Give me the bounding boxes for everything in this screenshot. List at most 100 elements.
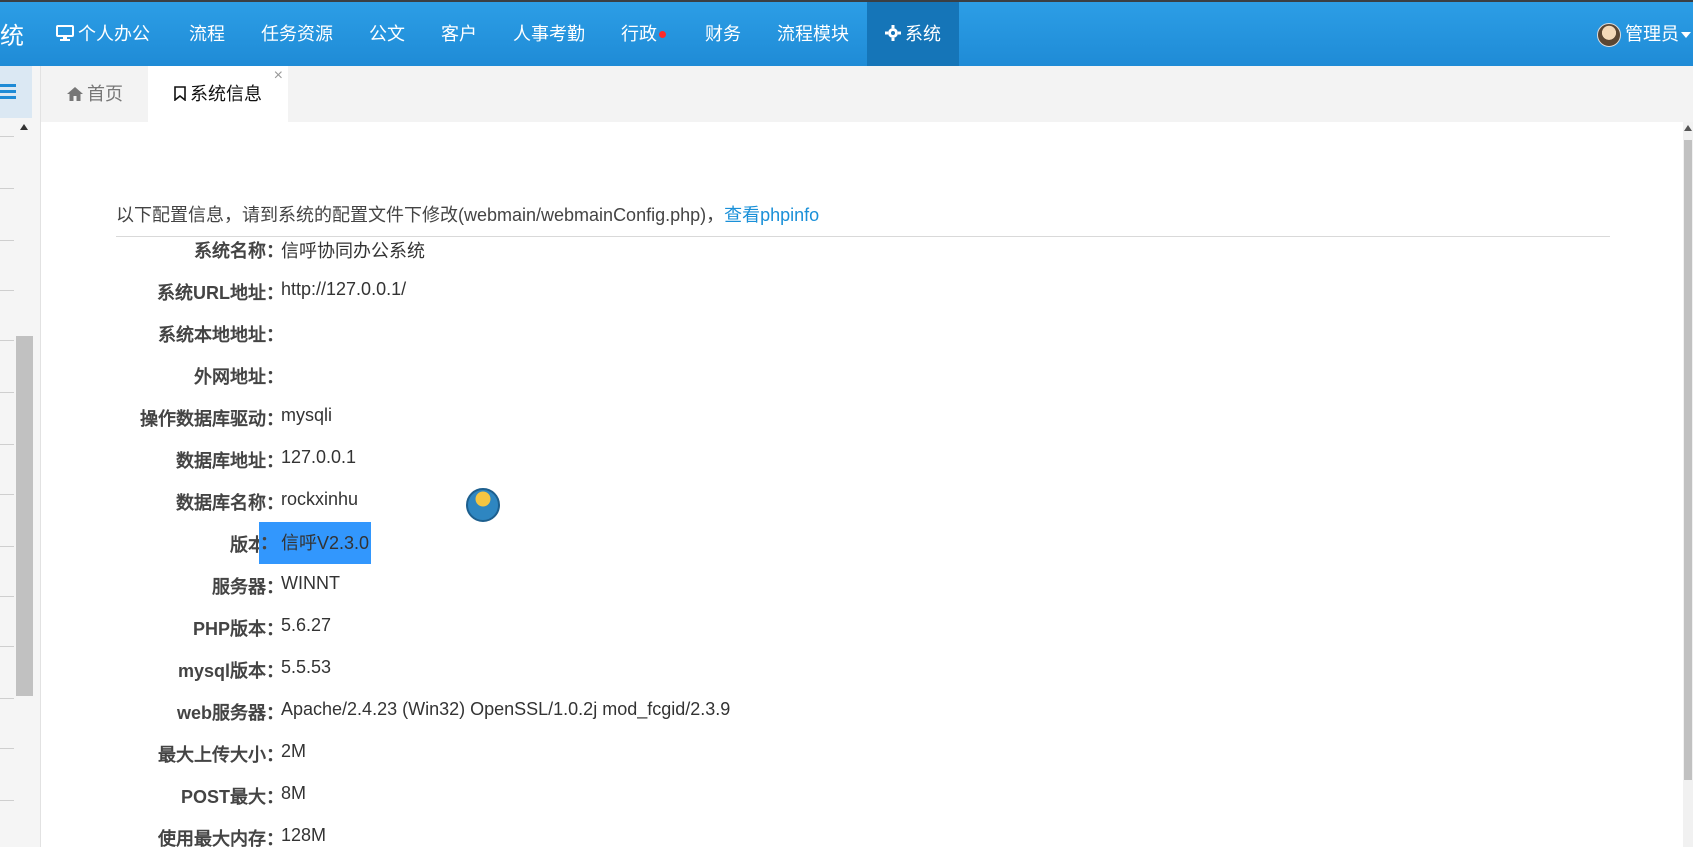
colon: ： xyxy=(266,367,284,387)
colon: ： xyxy=(266,493,284,513)
nav-item-system[interactable]: 系统 xyxy=(867,2,959,66)
row-value: 127.0.0.1 xyxy=(281,447,357,467)
row-label: 数据库地址 xyxy=(176,451,266,471)
floating-assistant-icon[interactable] xyxy=(466,488,500,522)
monitor-icon xyxy=(56,3,74,67)
divider xyxy=(0,494,14,495)
divider xyxy=(0,240,14,241)
row-label: mysql版本 xyxy=(177,661,266,681)
hamburger-icon xyxy=(0,84,16,87)
row-label: 系统名称 xyxy=(194,241,266,261)
divider xyxy=(0,698,14,699)
sidebar-scrollbar-thumb[interactable] xyxy=(16,336,33,696)
row-value: 128M xyxy=(281,825,327,845)
app-brand: 统 xyxy=(0,23,24,50)
row-value: mysqli xyxy=(281,405,333,425)
row-value: Apache/2.4.23 (Win32) OpenSSL/1.0.2j mod… xyxy=(281,699,731,719)
notice-text: 以下配置信息，请到系统的配置文件下修改(webmain/webmainConfi… xyxy=(116,205,725,225)
colon: ： xyxy=(266,241,284,261)
nav-item-personal-office[interactable]: 个人办公 xyxy=(38,2,168,66)
nav-label: 财务 xyxy=(705,24,741,44)
nav-label: 流程 xyxy=(189,24,225,44)
row-label: POST最大 xyxy=(180,787,266,807)
row-label: 操作数据库驱动 xyxy=(140,409,266,429)
nav-label: 系统 xyxy=(905,24,941,44)
sidebar xyxy=(0,66,41,847)
nav-item-process-modules[interactable]: 流程模块 xyxy=(759,2,867,66)
nav-item-documents[interactable]: 公文 xyxy=(351,2,423,66)
avatar xyxy=(1597,23,1621,48)
tab-label: 系统信息 xyxy=(190,84,262,104)
row-label: 系统本地地址 xyxy=(158,325,266,345)
divider xyxy=(0,546,14,547)
home-icon xyxy=(67,67,83,123)
nav-item-task-resources[interactable]: 任务资源 xyxy=(243,2,351,66)
row-label: 系统URL地址 xyxy=(157,283,266,303)
hamburger-icon-bar xyxy=(0,90,16,93)
top-navbar: 统 个人办公 流程 任务资源 公文 客户 人事考勤 行政 财务 流程模块 系统 … xyxy=(0,0,1693,66)
row-value: 2M xyxy=(281,741,307,761)
scroll-up-arrow-icon[interactable] xyxy=(20,124,28,130)
row-value: 5.5.53 xyxy=(281,657,332,677)
nav-item-process[interactable]: 流程 xyxy=(171,2,243,66)
colon: ： xyxy=(266,703,284,723)
divider xyxy=(0,136,14,137)
scroll-up-arrow-icon[interactable] xyxy=(1684,125,1692,131)
row-value: http://127.0.0.1/ xyxy=(281,279,407,299)
bookmark-icon xyxy=(174,67,186,123)
row-label: 使用最大内存 xyxy=(158,829,266,849)
row-label: 服务器 xyxy=(212,577,266,597)
row-label: 版本 xyxy=(230,535,266,555)
colon: ： xyxy=(266,745,284,765)
colon: ： xyxy=(266,619,284,639)
row-value: WINNT xyxy=(281,573,340,593)
phpinfo-link[interactable]: 查看phpinfo xyxy=(724,205,819,225)
nav-label: 客户 xyxy=(441,24,477,44)
tab-home[interactable]: 首页 xyxy=(41,66,149,122)
tab-bar: 首页 系统信息 × xyxy=(41,66,1693,122)
nav-label: 公文 xyxy=(369,24,405,44)
nav-item-hr-attendance[interactable]: 人事考勤 xyxy=(495,2,603,66)
config-notice: 以下配置信息，请到系统的配置文件下修改(webmain/webmainConfi… xyxy=(116,201,1610,237)
user-name: 管理员 xyxy=(1625,24,1679,44)
row-value: 8M xyxy=(281,783,307,803)
divider xyxy=(0,340,14,341)
row-value: 信呼协同办公系统 xyxy=(281,241,425,261)
tab-label: 首页 xyxy=(87,84,123,104)
page-scrollbar[interactable] xyxy=(1683,122,1693,847)
notification-dot xyxy=(659,30,666,38)
hamburger-icon-bar xyxy=(0,96,16,99)
nav-label: 人事考勤 xyxy=(513,24,585,44)
colon: ： xyxy=(266,283,284,303)
main-content: 以下配置信息，请到系统的配置文件下修改(webmain/webmainConfi… xyxy=(41,122,1681,849)
divider xyxy=(0,392,14,393)
row-value: rockxinhu xyxy=(281,489,359,509)
divider xyxy=(0,800,14,801)
divider xyxy=(0,290,14,291)
nav-label: 流程模块 xyxy=(777,24,849,44)
chevron-down-icon xyxy=(1681,32,1691,39)
colon: ： xyxy=(266,409,284,429)
divider xyxy=(0,444,14,445)
row-value: 5.6.27 xyxy=(281,615,332,635)
nav-item-customers[interactable]: 客户 xyxy=(423,2,495,66)
nav-label: 个人办公 xyxy=(78,24,150,44)
row-label: web服务器 xyxy=(176,703,266,723)
page-scrollbar-thumb[interactable] xyxy=(1684,140,1692,780)
row-value-selected: 信呼V2.3.0 xyxy=(281,522,372,564)
row-label: 外网地址 xyxy=(194,367,266,387)
close-icon[interactable]: × xyxy=(274,48,283,104)
colon: ： xyxy=(266,577,284,597)
row-label: PHP版本 xyxy=(192,619,266,639)
user-menu[interactable]: 管理员 xyxy=(1597,2,1693,66)
nav-item-administration[interactable]: 行政 xyxy=(603,2,684,66)
tab-system-info[interactable]: 系统信息 × xyxy=(148,66,288,122)
divider xyxy=(0,748,14,749)
colon: ： xyxy=(266,787,284,807)
nav-label: 行政 xyxy=(621,24,657,44)
nav-item-finance[interactable]: 财务 xyxy=(687,2,759,66)
divider xyxy=(0,188,14,189)
divider xyxy=(0,646,14,647)
divider xyxy=(0,596,14,597)
menu-toggle-button[interactable] xyxy=(0,66,32,118)
